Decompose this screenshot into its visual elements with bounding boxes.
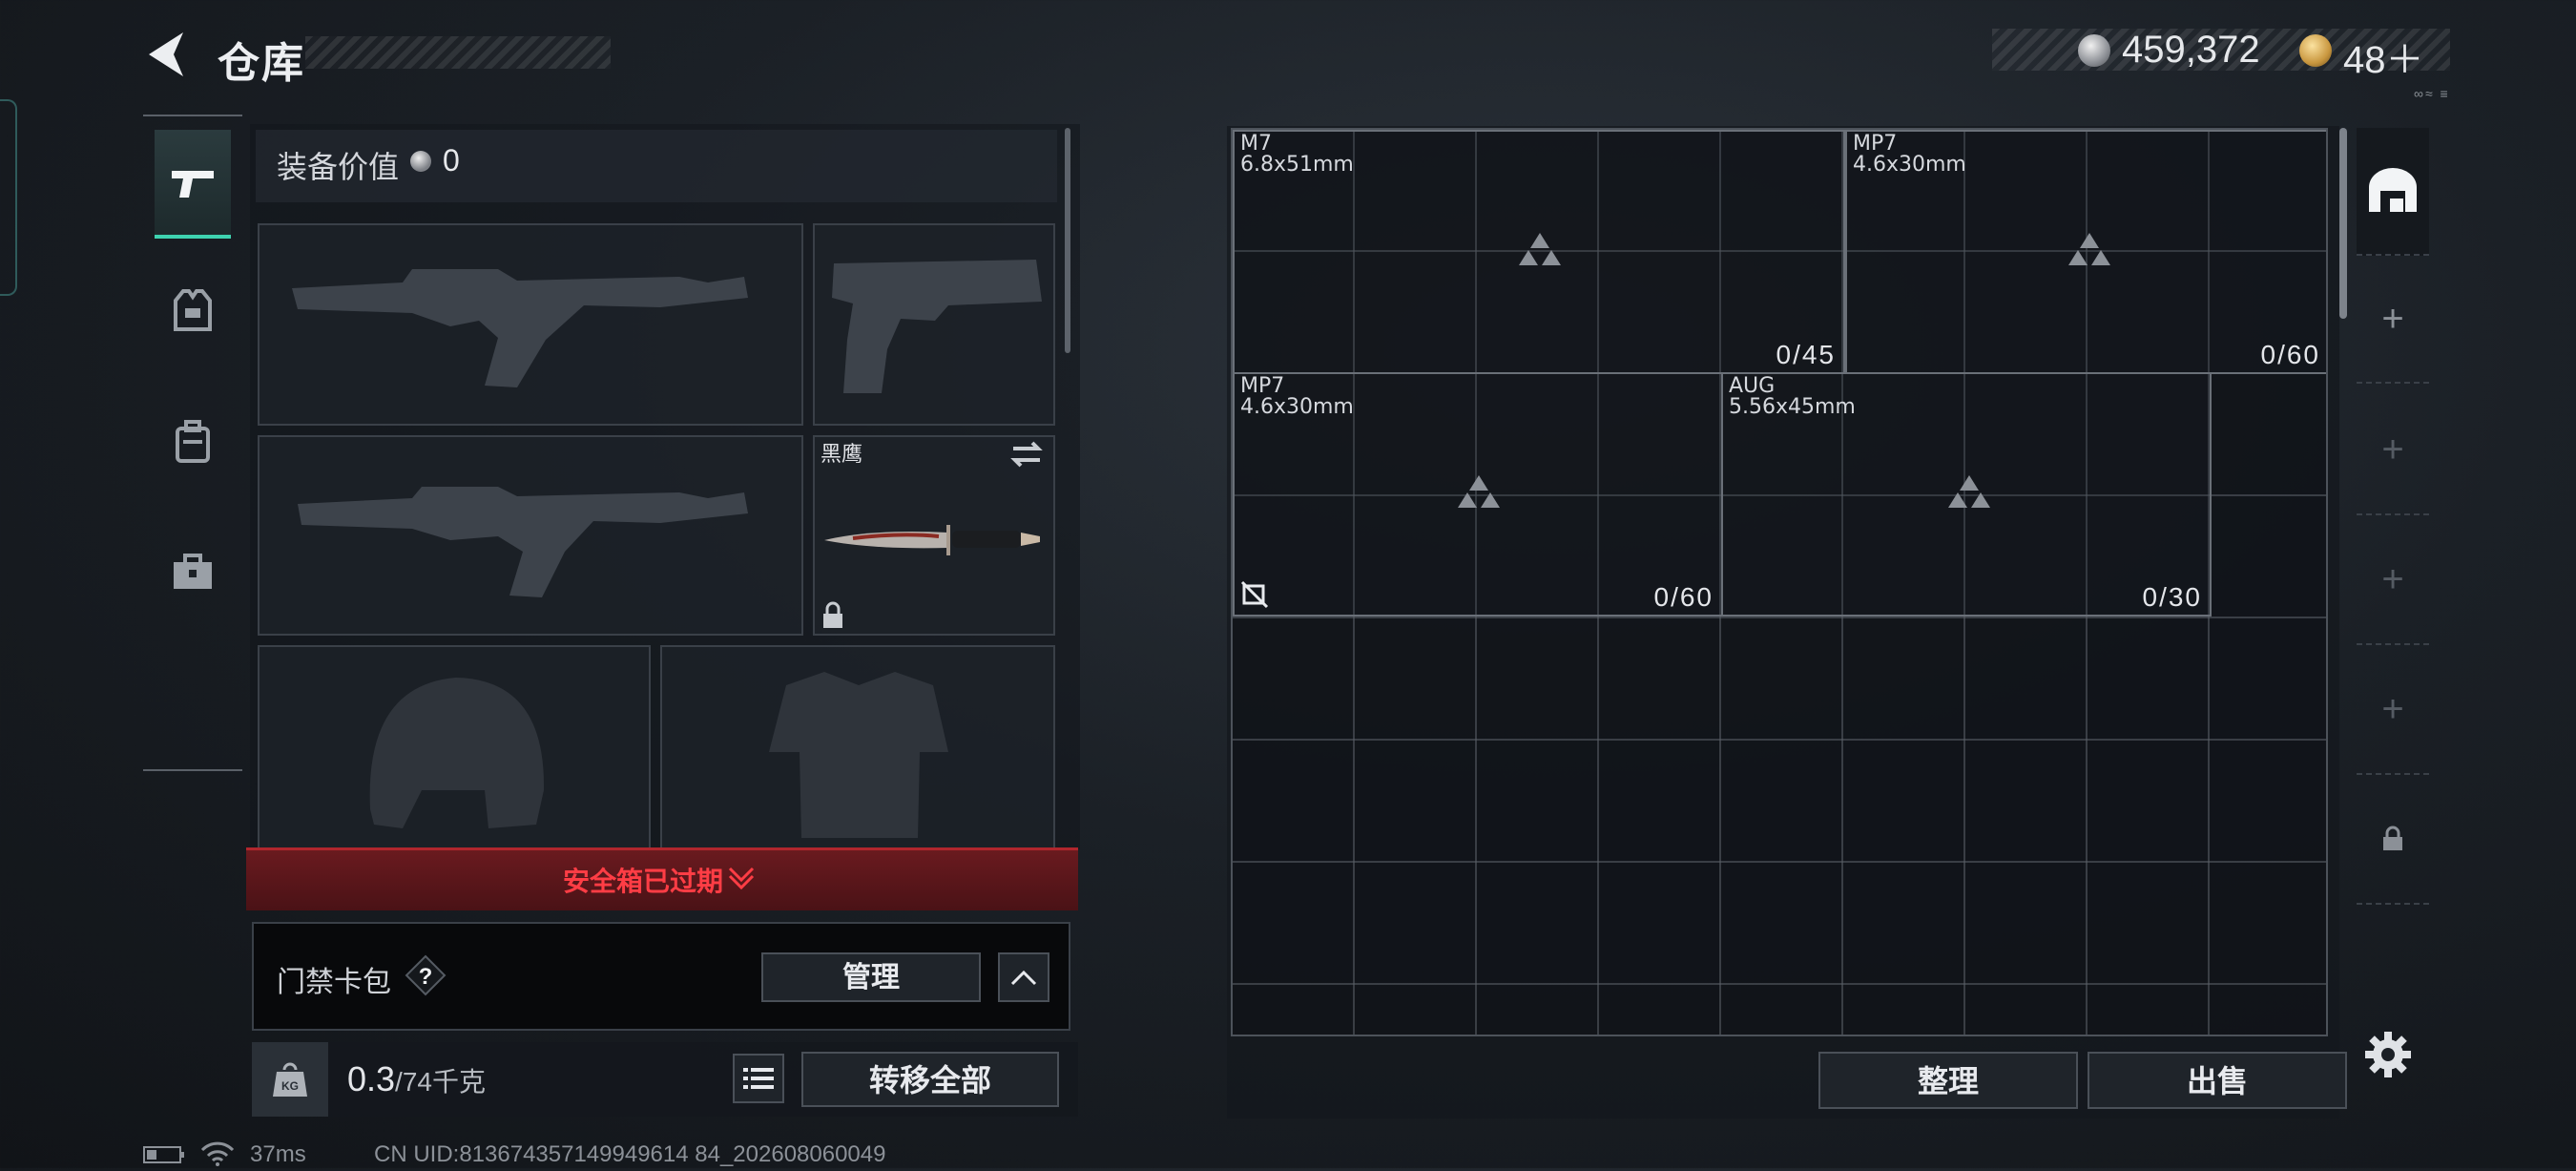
swap-icon[interactable] — [1009, 439, 1044, 470]
vest-silhouette-icon — [769, 672, 948, 838]
chevron-down-icon — [727, 865, 756, 890]
melee-name: 黑鹰 — [821, 442, 863, 466]
item-count: 0/45 — [1776, 340, 1836, 369]
item-name: M7 — [1240, 132, 1272, 156]
rail-item-backpack[interactable] — [155, 389, 231, 494]
help-glyph: ? — [419, 964, 433, 990]
keycard-label: 门禁卡包 — [277, 967, 391, 998]
stash-grid[interactable]: M7 6.8x51mm 0/45 MP7 4.6x30mm 0/60 MP7 4… — [1231, 128, 2328, 1036]
chevron-up-icon — [1010, 970, 1037, 986]
lock-icon — [2383, 826, 2402, 850]
back-arrow-icon — [149, 32, 183, 76]
slot-pistol[interactable] — [813, 223, 1055, 426]
settings-button[interactable] — [2362, 1029, 2414, 1080]
pistol-silhouette-icon — [832, 260, 1042, 393]
add-page-button[interactable]: + — [2357, 256, 2429, 384]
rail-item-weapons[interactable] — [155, 130, 231, 239]
equipment-value-label: 装备价值 — [277, 150, 400, 184]
back-button[interactable] — [141, 29, 189, 80]
collapse-button[interactable] — [998, 952, 1049, 1002]
item-caliber: 4.6x30mm — [1240, 395, 1354, 419]
edge-drawer-tab[interactable] — [0, 99, 17, 296]
wifi-icon — [200, 1141, 235, 1166]
rail-item-toolbox[interactable] — [155, 519, 231, 624]
rail-item-armor[interactable] — [155, 258, 231, 363]
token-icon — [2299, 34, 2332, 67]
item-count: 0/30 — [2142, 582, 2202, 612]
page-title: 仓库 — [218, 40, 305, 87]
item-caliber: 5.56x45mm — [1729, 395, 1856, 419]
sort-button[interactable]: 整理 — [1818, 1052, 2078, 1109]
item-name: MP7 — [1240, 374, 1285, 398]
stash-page-main[interactable] — [2357, 128, 2429, 256]
weight-icon: KG — [252, 1042, 328, 1117]
title-stripe — [305, 36, 611, 69]
rifle-silhouette-icon — [292, 269, 748, 387]
slot-body-armor[interactable] — [660, 645, 1055, 849]
slot-helmet[interactable] — [258, 645, 651, 849]
armor-vest-icon — [174, 289, 212, 331]
lock-icon — [821, 601, 845, 630]
stash-item-ammo[interactable]: AUG 5.56x45mm 0/30 — [1721, 372, 2212, 617]
item-name: MP7 — [1853, 132, 1898, 156]
coin-icon — [2078, 34, 2110, 67]
equipment-scrollbar[interactable] — [1065, 128, 1070, 353]
manage-button[interactable]: 管理 — [761, 952, 981, 1002]
toolbox-icon — [174, 554, 212, 589]
list-view-button[interactable] — [733, 1054, 784, 1103]
ammo-icon — [1948, 475, 1990, 508]
help-icon[interactable]: ? — [405, 954, 447, 996]
add-page-button[interactable]: + — [2357, 386, 2429, 515]
item-count: 0/60 — [1653, 582, 1714, 612]
money-value: 459,372 — [2122, 29, 2260, 71]
uid-text: CN UID:813674357149949614 84_20260806004… — [374, 1141, 886, 1167]
item-count: 0/60 — [2260, 340, 2320, 369]
backpack-icon — [176, 420, 210, 463]
warehouse-icon — [2369, 168, 2417, 212]
slot-secondary-weapon[interactable] — [258, 435, 803, 636]
safebox-status: 安全箱已过期 — [563, 867, 724, 896]
equipment-value: 0 — [443, 143, 460, 178]
item-caliber: 4.6x30mm — [1853, 153, 1966, 177]
tiny-marks: ∞≈ ≡ — [2414, 86, 2450, 101]
coin-icon — [410, 151, 431, 172]
stash-item-ammo[interactable]: MP7 4.6x30mm 0/60 — [1845, 130, 2326, 374]
add-page-button[interactable]: + — [2357, 645, 2429, 775]
ping-value: 37ms — [250, 1141, 306, 1167]
gear-icon — [2365, 1032, 2411, 1077]
helmet-silhouette-icon — [369, 678, 545, 828]
stash-item-ammo[interactable]: M7 6.8x51mm 0/45 — [1233, 130, 1845, 374]
no-trade-icon — [1240, 580, 1269, 609]
list-icon — [743, 1068, 774, 1089]
sell-button[interactable]: 出售 — [2088, 1052, 2347, 1109]
token-value[interactable]: 48＋ — [2343, 29, 2424, 84]
item-name: AUG — [1729, 374, 1776, 398]
locked-page[interactable] — [2357, 775, 2429, 905]
stash-page-rail: + + + + — [2357, 128, 2429, 907]
item-caliber: 6.8x51mm — [1240, 153, 1354, 177]
stash-scrollbar[interactable] — [2339, 128, 2347, 319]
pistol-icon — [172, 171, 214, 198]
ammo-icon — [1519, 233, 1561, 265]
weight-current: 0.3 — [347, 1059, 396, 1098]
weight-value: 0.3/74千克 — [347, 1059, 486, 1099]
battery-icon — [143, 1145, 185, 1164]
weight-icon-label: KG — [281, 1079, 299, 1093]
slot-primary-weapon[interactable] — [258, 223, 803, 426]
weight-max: /74千克 — [395, 1067, 486, 1097]
category-rail — [143, 115, 242, 771]
transfer-all-button[interactable]: 转移全部 — [801, 1052, 1059, 1107]
ammo-icon — [2068, 233, 2110, 265]
add-page-button[interactable]: + — [2357, 515, 2429, 645]
ammo-icon — [1458, 475, 1500, 508]
stash-item-ammo[interactable]: MP7 4.6x30mm 0/60 — [1233, 372, 1723, 617]
rifle-silhouette-icon — [298, 487, 748, 597]
